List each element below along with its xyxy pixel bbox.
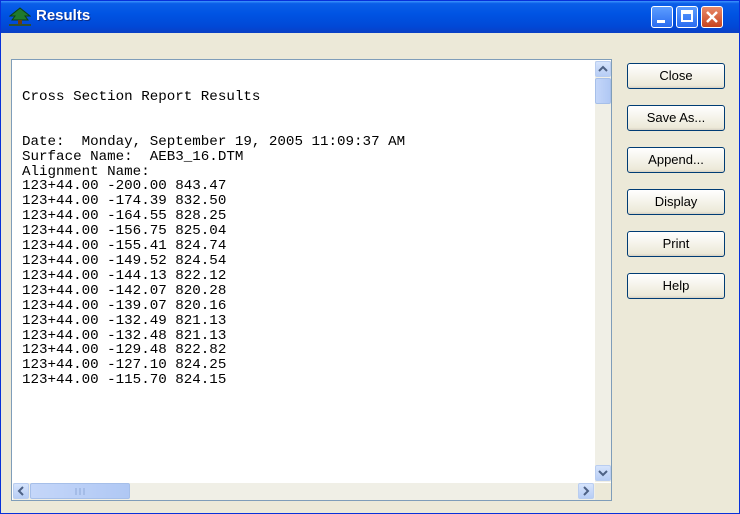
chevron-left-icon: [17, 486, 24, 496]
maximize-button[interactable]: [676, 6, 698, 28]
report-row: 123+44.00 -139.07 820.16: [22, 297, 227, 314]
grip-icon: [75, 488, 85, 495]
report-heading: Cross Section Report Results: [22, 90, 261, 105]
report-row: 123+44.00 -132.48 821.13: [22, 327, 227, 344]
report-surface-name: Surface Name: AEB3_16.DTM: [22, 148, 244, 165]
title-bar[interactable]: Results: [1, 1, 739, 33]
close-button[interactable]: Close: [627, 63, 725, 89]
window-title: Results: [36, 7, 91, 24]
results-window: Results Cross Section Report Results Dat…: [0, 0, 740, 514]
chevron-right-icon: [583, 486, 590, 496]
horizontal-scroll-thumb[interactable]: [30, 483, 130, 499]
vertical-scroll-thumb[interactable]: [595, 78, 611, 104]
report-row: 123+44.00 -115.70 824.15: [22, 372, 227, 389]
maximize-icon: [681, 10, 693, 22]
append-button[interactable]: Append...: [627, 147, 725, 173]
display-button[interactable]: Display: [627, 189, 725, 215]
chevron-up-icon: [598, 65, 608, 72]
scrollbar-corner: [595, 483, 611, 500]
report-row: 123+44.00 -155.41 824.74: [22, 238, 227, 255]
report-date: Date: Monday, September 19, 2005 11:09:3…: [22, 133, 406, 150]
report-row: 123+44.00 -149.52 824.54: [22, 252, 227, 269]
scroll-left-button[interactable]: [13, 483, 29, 499]
print-button[interactable]: Print: [627, 231, 725, 257]
close-window-button[interactable]: [701, 6, 723, 28]
report-row: 123+44.00 -156.75 825.04: [22, 223, 227, 240]
report-row: 123+44.00 -174.39 832.50: [22, 193, 227, 210]
save-as-button[interactable]: Save As...: [627, 105, 725, 131]
report-row: 123+44.00 -127.10 824.25: [22, 357, 227, 374]
report-row: 123+44.00 -164.55 828.25: [22, 208, 227, 225]
report-row: 123+44.00 -132.49 821.13: [22, 312, 227, 329]
report-text[interactable]: Cross Section Report Results Date: Monda…: [22, 90, 592, 482]
scroll-up-button[interactable]: [595, 61, 611, 77]
report-row: 123+44.00 -200.00 843.47: [22, 178, 227, 195]
chevron-down-icon: [598, 470, 608, 477]
tree-icon: [8, 7, 32, 27]
help-button[interactable]: Help: [627, 273, 725, 299]
horizontal-scrollbar[interactable]: [13, 483, 595, 500]
close-icon: [706, 11, 718, 23]
scroll-right-button[interactable]: [578, 483, 594, 499]
minimize-button[interactable]: [651, 6, 673, 28]
minimize-icon: [657, 20, 665, 23]
scroll-down-button[interactable]: [595, 465, 611, 481]
report-row: 123+44.00 -129.48 822.82: [22, 342, 227, 359]
report-row: 123+44.00 -144.13 822.12: [22, 267, 227, 284]
results-textbox[interactable]: Cross Section Report Results Date: Monda…: [11, 59, 612, 501]
report-row: 123+44.00 -142.07 820.28: [22, 282, 227, 299]
vertical-scrollbar[interactable]: [595, 61, 611, 482]
report-alignment-name: Alignment Name:: [22, 163, 150, 180]
